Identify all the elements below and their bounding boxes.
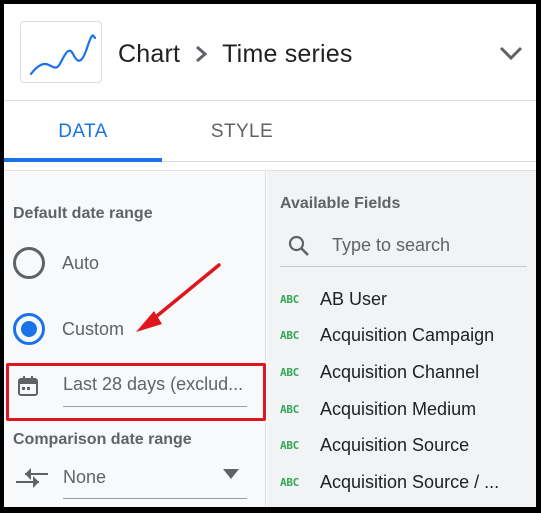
panel-header: Chart Time series (4, 4, 536, 101)
text-type-icon: ABC (280, 402, 299, 416)
compare-arrows-icon (16, 468, 48, 488)
field-name: AB User (320, 288, 388, 309)
comparison-date-range-select[interactable]: None (15, 459, 247, 501)
available-fields-panel: Available Fields ABC AB User ABC Acquisi… (267, 170, 536, 507)
tab-style[interactable]: STYLE (162, 102, 322, 162)
custom-date-range-field[interactable]: Last 28 days (exclud... (15, 371, 247, 409)
chart-type: Time series (222, 39, 353, 68)
text-type-icon: ABC (280, 365, 299, 379)
field-item[interactable]: ABC Acquisition Campaign (280, 318, 530, 355)
chevron-right-icon (196, 45, 208, 63)
radio-auto[interactable]: Auto (13, 245, 99, 281)
chart-thumbnail[interactable] (20, 21, 102, 83)
radio-auto-circle[interactable] (13, 247, 45, 279)
chart-properties-panel: Chart Time series DATA STYLE Default dat… (4, 4, 536, 507)
panel-tabs: DATA STYLE (4, 102, 536, 162)
tab-data[interactable]: DATA (4, 102, 162, 162)
text-type-icon: ABC (280, 475, 299, 489)
chevron-down-icon[interactable] (498, 42, 524, 64)
text-type-icon: ABC (280, 439, 299, 453)
comparison-underline (63, 498, 247, 499)
line-chart-icon (29, 34, 97, 76)
field-search[interactable] (280, 227, 527, 267)
available-fields-title: Available Fields (280, 195, 401, 212)
chart-label: Chart (118, 39, 181, 68)
calendar-icon (18, 376, 38, 396)
radio-auto-label: Auto (62, 252, 100, 273)
field-list: ABC AB User ABC Acquisition Campaign ABC… (280, 281, 530, 501)
active-tab-indicator (4, 158, 162, 162)
comparison-date-range-label: Comparison date range (13, 431, 192, 448)
field-name: Acquisition Campaign (320, 325, 495, 346)
text-type-icon: ABC (280, 329, 299, 343)
field-item[interactable]: ABC Acquisition Source / ... (280, 464, 530, 501)
default-date-range-label: Default date range (13, 205, 153, 222)
date-field-underline (63, 406, 247, 407)
field-item[interactable]: ABC Acquisition Source (280, 427, 530, 464)
dropdown-arrow-icon (223, 469, 239, 479)
field-name: Acquisition Source (320, 435, 470, 456)
field-name: Acquisition Channel (320, 361, 480, 382)
field-name: Acquisition Source / ... (320, 471, 500, 492)
date-range-section: Default date range Auto Custom Last 28 d… (4, 170, 266, 507)
field-item[interactable]: ABC AB User (280, 281, 530, 318)
radio-custom-label: Custom (62, 318, 125, 339)
comparison-value: None (63, 467, 107, 487)
date-range-value: Last 28 days (exclud... (63, 374, 244, 394)
field-item[interactable]: ABC Acquisition Channel (280, 354, 530, 391)
chart-title: Chart Time series (118, 38, 353, 70)
radio-custom[interactable]: Custom (13, 311, 124, 347)
field-name: Acquisition Medium (320, 398, 477, 419)
search-icon (288, 235, 309, 256)
field-item[interactable]: ABC Acquisition Medium (280, 391, 530, 428)
text-type-icon: ABC (280, 292, 299, 306)
radio-custom-circle[interactable] (13, 313, 45, 345)
search-input[interactable] (332, 231, 522, 259)
